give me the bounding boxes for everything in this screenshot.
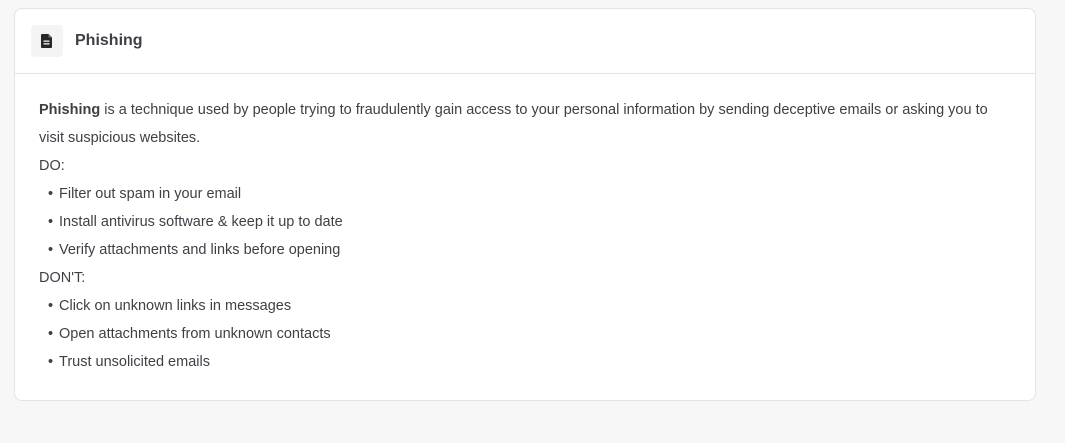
intro-text: is a technique used by people trying to … (39, 102, 988, 146)
card-header: Phishing (15, 9, 1035, 74)
do-label: DO: (39, 158, 65, 174)
list-item: • Install antivirus software & keep it up… (48, 214, 343, 230)
intro-term: Phishing (39, 102, 101, 118)
card-body: Phishing is a technique used by people t… (15, 74, 1035, 376)
list-item: • Open attachments from unknown contacts (48, 326, 331, 342)
do-list: • Filter out spam in your email • Install … (39, 180, 1011, 264)
list-item: • Verify attachments and links before ope… (48, 242, 341, 258)
phishing-card: Phishing Phishing is a technique used by… (14, 8, 1036, 401)
list-item: • Click on unknown links in messages (48, 298, 292, 314)
dont-label: DON'T: (39, 270, 86, 286)
list-item: • Trust unsolicited emails (48, 354, 210, 370)
dont-list: • Click on unknown links in messages • Ope… (39, 292, 1011, 376)
intro-paragraph: Phishing is a technique used by people t… (39, 96, 1011, 152)
card-title: Phishing (75, 32, 143, 49)
document-icon (31, 25, 63, 57)
list-item: • Filter out spam in your email (48, 186, 242, 202)
